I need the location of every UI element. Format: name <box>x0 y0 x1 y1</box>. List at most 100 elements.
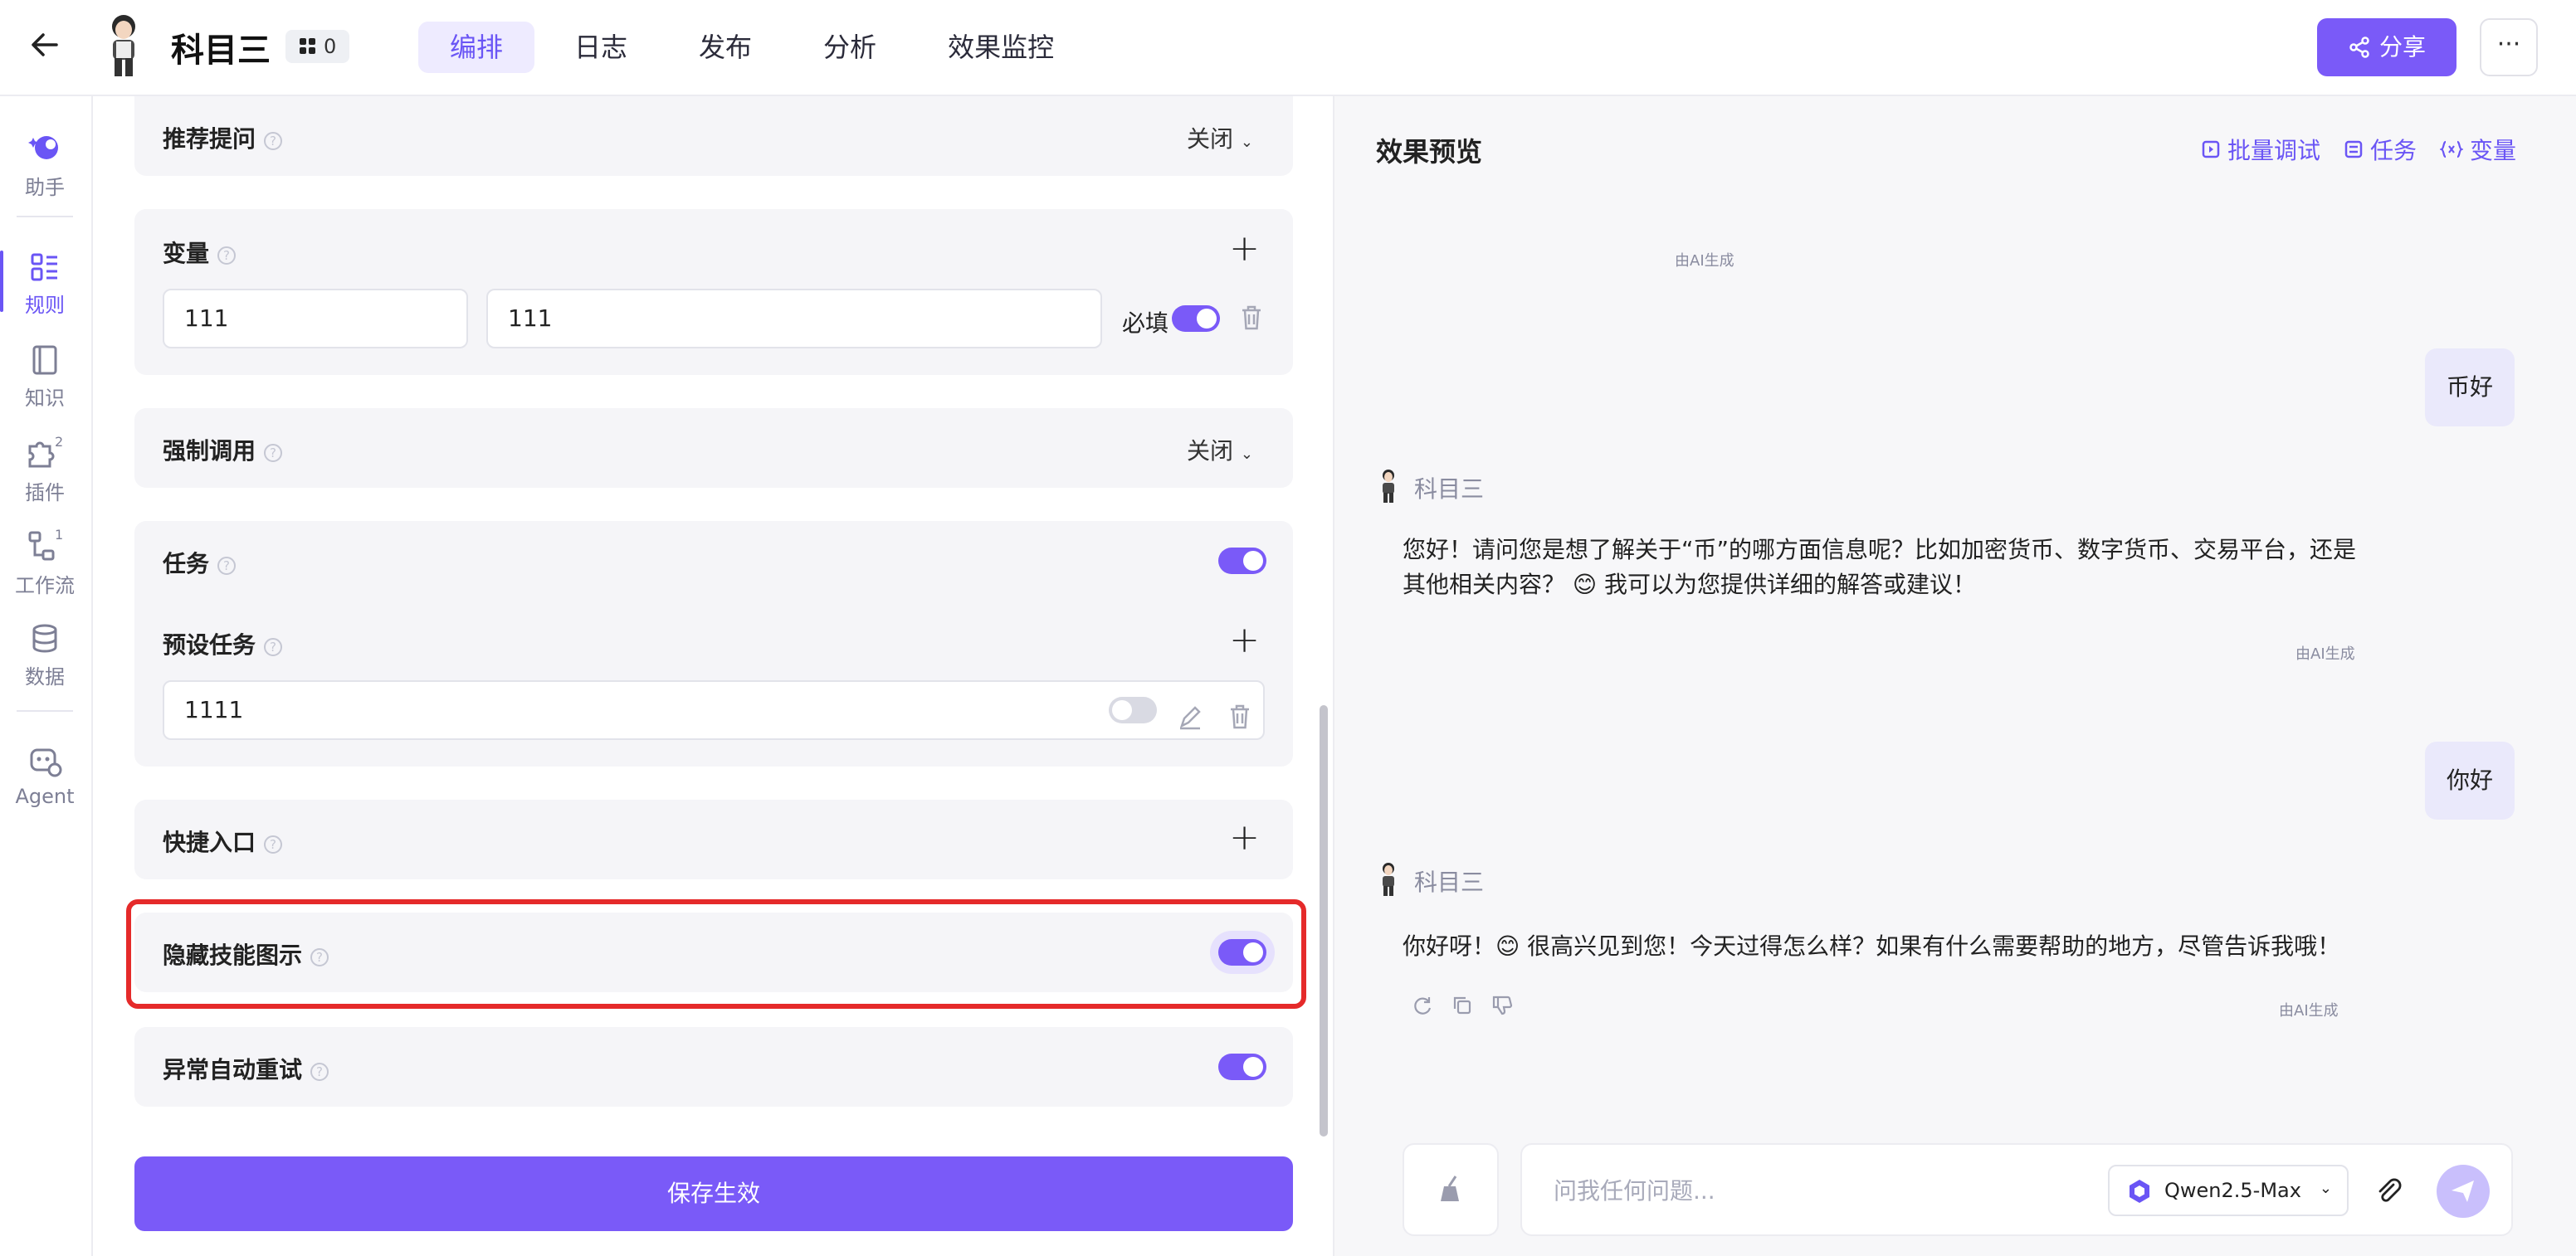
chat-input[interactable]: 问我任何问题... <box>1554 1173 1715 1206</box>
rules-icon <box>31 253 57 281</box>
sidebar-item-workflow[interactable]: 1 工作流 <box>0 528 90 598</box>
recommend-dropdown[interactable]: 关闭 ⌄ <box>1187 121 1253 154</box>
variable-button[interactable]: 变量 <box>2439 133 2516 166</box>
task-icon <box>2344 140 2363 158</box>
attachment-icon[interactable] <box>2374 1176 2403 1206</box>
sidebar-item-knowledge[interactable]: 知识 <box>0 343 90 411</box>
sidebar-item-assistant[interactable]: 助手 <box>0 129 90 200</box>
help-icon[interactable]: ? <box>264 132 283 150</box>
highlight-box <box>126 899 1306 1009</box>
preset-tasks-title: 预设任务 <box>163 631 256 659</box>
add-variable-button[interactable]: + <box>1229 231 1260 267</box>
variable-value-input[interactable]: 111 <box>486 289 1102 348</box>
sidebar-item-label: 助手 <box>25 176 65 199</box>
model-logo-icon <box>2130 1180 2149 1203</box>
chat-input-area[interactable]: 问我任何问题... Qwen2.5-Max ⌄ <box>1520 1143 2513 1236</box>
recommend-title: 推荐提问 <box>163 125 256 153</box>
tasks-card: 任务? 预设任务? + 1111 <box>134 521 1293 767</box>
help-icon[interactable]: ? <box>264 638 283 656</box>
tasks-title: 任务 <box>163 550 210 577</box>
required-toggle[interactable] <box>1172 305 1220 332</box>
chevron-down-icon: ⌄ <box>2319 1180 2332 1197</box>
refresh-icon[interactable] <box>1411 994 1434 1017</box>
sidebar-item-plugins[interactable]: 2 插件 <box>0 435 90 505</box>
tasks-toggle[interactable] <box>1218 548 1266 574</box>
delete-variable-icon[interactable] <box>1238 304 1265 335</box>
tab-orchestrate[interactable]: 编排 <box>418 22 535 73</box>
broom-icon <box>1441 1176 1459 1201</box>
chevron-down-icon: ⌄ <box>1240 445 1253 463</box>
workflow-icon: 1 <box>28 528 63 561</box>
sidebar-item-agent[interactable]: Agent <box>0 743 90 808</box>
bot-name: 科目三 <box>1414 869 1485 896</box>
bot-message: 你好呀！😊 很高兴见到您！今天过得怎么样？如果有什么需要帮助的地方，尽管告诉我哦… <box>1403 932 2341 960</box>
shortcut-card: 快捷入口? + <box>134 800 1293 879</box>
component-count-badge[interactable]: 0 <box>285 30 350 63</box>
save-button[interactable]: 保存生效 <box>134 1156 1293 1231</box>
batch-debug-label: 批量调试 <box>2227 137 2320 164</box>
message-toolbar <box>1411 994 1514 1017</box>
thumbs-down-icon[interactable] <box>1490 994 1514 1017</box>
variables-title: 变量 <box>163 240 210 267</box>
tab-logs[interactable]: 日志 <box>543 22 659 73</box>
tab-monitoring[interactable]: 效果监控 <box>916 22 1086 73</box>
send-button[interactable] <box>2437 1165 2490 1218</box>
force-call-dropdown[interactable]: 关闭 ⌄ <box>1187 433 1253 466</box>
sidebar-item-label: 规则 <box>25 294 65 317</box>
app-title: 科目三 <box>171 32 271 70</box>
grid-icon <box>300 38 315 54</box>
agent-icon <box>30 748 62 777</box>
sidebar-item-data[interactable]: 数据 <box>0 622 90 689</box>
variable-label: 变量 <box>2469 137 2516 164</box>
preview-title: 效果预览 <box>1376 136 1483 168</box>
copy-icon[interactable] <box>1451 994 1474 1017</box>
user-message: 币好 <box>2424 348 2515 426</box>
bot-avatar <box>1383 470 1394 503</box>
task-button[interactable]: 任务 <box>2344 133 2417 166</box>
force-call-value: 关闭 <box>1186 437 1233 465</box>
help-icon[interactable]: ? <box>217 557 237 575</box>
delete-task-icon[interactable] <box>1227 695 1253 752</box>
preset-task-item[interactable]: 1111 <box>163 680 1265 740</box>
add-shortcut-button[interactable]: + <box>1229 820 1260 856</box>
back-arrow-icon[interactable] <box>25 28 65 68</box>
preset-task-toggle[interactable] <box>1109 697 1157 723</box>
auto-retry-card: 异常自动重试? <box>134 1027 1293 1107</box>
plugin-count: 2 <box>55 435 63 450</box>
task-label: 任务 <box>2369 137 2417 164</box>
model-selector[interactable]: Qwen2.5-Max ⌄ <box>2108 1165 2349 1216</box>
assistant-avatar <box>98 12 149 81</box>
edit-icon[interactable] <box>1177 695 1203 752</box>
tab-analysis[interactable]: 分析 <box>792 22 908 73</box>
sidebar-item-label: Agent <box>15 785 75 808</box>
puzzle-icon: 2 <box>28 435 63 468</box>
top-bar: 科目三 0 编排 日志 发布 分析 效果监控 分享 ··· <box>0 0 2576 96</box>
help-icon[interactable]: ? <box>217 246 237 265</box>
badge-count: 0 <box>324 35 337 58</box>
auto-retry-toggle[interactable] <box>1218 1054 1266 1080</box>
chevron-down-icon: ⌄ <box>1240 134 1253 151</box>
divider <box>17 216 73 217</box>
add-preset-task-button[interactable]: + <box>1229 622 1260 659</box>
help-icon[interactable]: ? <box>264 835 283 854</box>
preview-panel: 效果预览 批量调试 任务 变量 由AI生成 币好 科目三 您好！请问您是想了解关… <box>1333 96 2576 1256</box>
batch-debug-button[interactable]: 批量调试 <box>2201 133 2320 166</box>
assistant-icon <box>28 136 58 159</box>
required-label: 必填 <box>1122 309 1169 337</box>
tab-publish[interactable]: 发布 <box>667 22 783 73</box>
sidebar-item-rules[interactable]: 规则 <box>0 251 90 318</box>
auto-retry-title: 异常自动重试 <box>163 1056 303 1083</box>
more-options-button[interactable]: ··· <box>2480 18 2538 76</box>
left-sidebar: 助手 规则 知识 2 插件 1 工作流 数据 Agent <box>0 96 93 1256</box>
bot-message: 您好！请问您是想了解关于“币”的哪方面信息呢？比如加密货币、数字货币、交易平台，… <box>1403 536 2357 598</box>
share-button[interactable]: 分享 <box>2317 18 2456 76</box>
database-icon <box>32 624 57 653</box>
help-icon[interactable]: ? <box>310 1063 329 1081</box>
ai-generated-label: 由AI生成 <box>1675 252 1734 270</box>
variable-name-input[interactable]: 111 <box>163 289 468 348</box>
clear-history-button[interactable] <box>1403 1143 1499 1236</box>
config-scrollbar[interactable] <box>1320 705 1328 1137</box>
help-icon[interactable]: ? <box>264 444 283 462</box>
main-tabs: 编排 日志 发布 分析 效果监控 <box>418 22 1086 73</box>
book-icon <box>32 345 57 375</box>
